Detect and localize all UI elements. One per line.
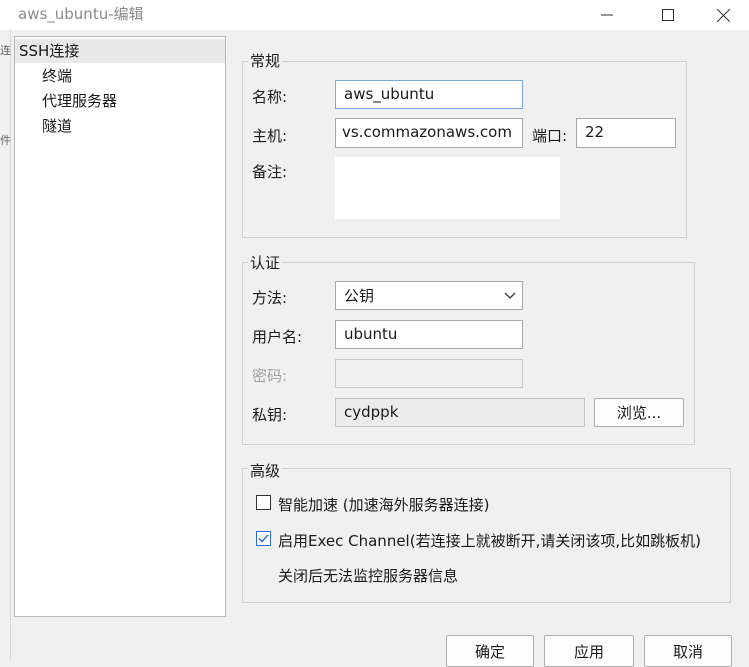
method-select-value: 公钥 [344, 286, 375, 305]
chevron-down-icon [504, 292, 516, 299]
method-label: 方法: [252, 289, 288, 307]
tree-item-label: 隧道 [42, 117, 73, 135]
port-label: 端口: [532, 127, 568, 145]
maximize-button[interactable] [645, 0, 691, 30]
tree-item-label: 终端 [42, 67, 73, 85]
smart-accel-checkbox[interactable] [256, 495, 271, 510]
close-icon [716, 8, 730, 22]
note-label: 备注: [252, 163, 288, 181]
port-field[interactable]: 22 [576, 118, 676, 148]
name-label: 名称: [252, 88, 288, 106]
ok-button[interactable]: 确定 [446, 635, 534, 667]
tree-item-label: SSH连接 [19, 42, 80, 60]
private-key-label: 私钥: [252, 406, 288, 424]
name-field[interactable]: aws_ubuntu [335, 80, 523, 109]
tree-item-terminal[interactable]: 终端 [42, 64, 72, 88]
password-label: 密码: [252, 367, 288, 385]
general-group-title: 常规 [248, 50, 283, 71]
checkmark-icon [258, 534, 269, 543]
minimize-button[interactable] [584, 0, 630, 30]
exec-channel-checkbox[interactable] [256, 531, 271, 546]
background-window-edge: 连 件 [0, 30, 11, 660]
browse-button[interactable]: 浏览... [594, 398, 684, 427]
host-field[interactable]: vs.commazonaws.com [335, 118, 523, 148]
smart-accel-label[interactable]: 智能加速 (加速海外服务器连接) [278, 494, 489, 515]
password-field[interactable] [335, 359, 523, 388]
exec-channel-label[interactable]: 启用Exec Channel(若连接上就被断开,请关闭该项,比如跳板机) [278, 530, 701, 551]
window-title: aws_ubuntu-编辑 [18, 5, 144, 23]
apply-button[interactable]: 应用 [544, 635, 634, 667]
tree-item-ssh[interactable]: SSH连接 [15, 39, 225, 63]
username-label: 用户名: [252, 328, 303, 346]
maximize-icon [662, 9, 674, 21]
tree-item-tunnel[interactable]: 隧道 [42, 114, 72, 138]
cancel-button[interactable]: 取消 [644, 635, 732, 667]
private-key-field[interactable]: cydppk [335, 398, 585, 427]
settings-tree: SSH连接 终端 代理服务器 隧道 [14, 36, 226, 617]
advanced-group-title: 高级 [248, 460, 283, 481]
background-fragment: 连 [0, 44, 11, 57]
background-fragment: 件 [0, 134, 11, 147]
exec-channel-note: 关闭后无法监控服务器信息 [278, 567, 459, 585]
host-label: 主机: [252, 127, 288, 145]
close-button[interactable] [700, 0, 746, 30]
tree-item-label: 代理服务器 [42, 92, 118, 110]
tree-item-proxy[interactable]: 代理服务器 [42, 89, 117, 113]
note-field[interactable] [335, 157, 560, 219]
method-select[interactable]: 公钥 [335, 281, 523, 310]
title-bar: aws_ubuntu-编辑 [0, 0, 749, 30]
username-field[interactable]: ubuntu [335, 320, 523, 349]
minimize-icon [601, 14, 613, 16]
auth-group-title: 认证 [248, 252, 283, 273]
